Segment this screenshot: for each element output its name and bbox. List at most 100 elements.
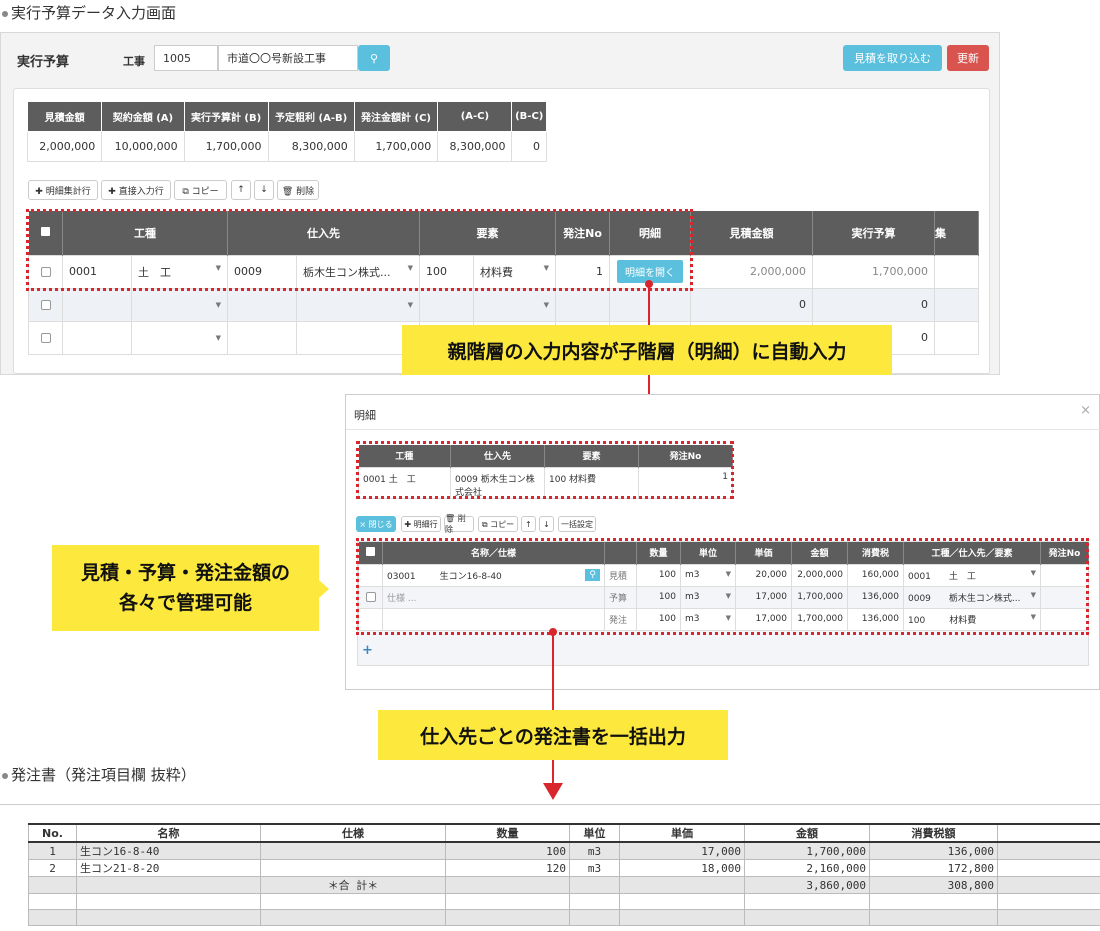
add-summary-row-button[interactable]: ✚ 明細集計行 xyxy=(28,180,98,200)
jikko-value: 0 xyxy=(812,287,935,322)
po-cell xyxy=(619,876,745,894)
table-row: 0001 土 工 ▼ 0009 栃木生コン株式... ▼ 100 材料費 ▼ 1 明細… xyxy=(28,254,979,289)
summary-value: 1,700,000 xyxy=(183,131,269,162)
shiire-code[interactable] xyxy=(227,320,297,355)
delete-button[interactable]: 🗑 削除 xyxy=(277,180,319,200)
search-icon: ⚲ xyxy=(369,51,379,65)
po-header: 仕様 xyxy=(260,823,446,843)
po-cell: ＊合 計＊ xyxy=(260,876,446,894)
shiire-code[interactable] xyxy=(227,287,297,322)
search-button[interactable]: ⚲ xyxy=(358,45,390,71)
callout-auto-input: 親階層の入力内容が子階層（明細）に自動入力 xyxy=(402,325,892,375)
po-cell xyxy=(619,909,745,926)
po-cell: 1 xyxy=(28,841,77,860)
copy-button[interactable]: ⧉ コピー xyxy=(174,180,227,200)
row-checkbox[interactable] xyxy=(40,333,51,343)
po-header: 単価 xyxy=(619,823,745,843)
yoso-select[interactable]: 材料費 ▼ xyxy=(473,254,556,289)
spec-input[interactable]: 仕様 ... xyxy=(382,585,605,609)
po-header: 単位 xyxy=(569,823,620,843)
search-icon[interactable]: ⚲ xyxy=(585,568,600,581)
item-input[interactable]: 03001 生コン16-8-40 ⚲ xyxy=(382,563,605,587)
add-detail-row-button[interactable]: ✚ 明細行 xyxy=(401,516,441,532)
row-checkbox[interactable] xyxy=(40,267,51,277)
modal-title: 明細 xyxy=(354,409,376,422)
caption-top: 実行予算データ入力画面 xyxy=(2,2,176,23)
bulk-setting-button[interactable]: 一括設定 xyxy=(558,516,596,532)
row-checkbox[interactable] xyxy=(365,591,376,602)
koshu-select[interactable]: 土 工 ▼ xyxy=(131,254,228,289)
delete-button[interactable]: 🗑 削除 xyxy=(444,514,474,534)
summary-header: 契約金額 (A) xyxy=(101,101,185,132)
po-table: No. 名称 仕様 数量 単位 単価 金額 消費税額 1 生コン16-8-40 100 m3 17,0… xyxy=(28,823,1100,926)
shiire-code[interactable]: 0009 xyxy=(227,254,297,289)
row-checkbox[interactable] xyxy=(40,300,51,310)
col-meisai: 明細 xyxy=(609,211,691,255)
po-cell xyxy=(869,893,998,910)
shiire-select[interactable]: 栃木生コン株式... ▼ xyxy=(296,254,420,289)
po-header: 名称 xyxy=(76,823,261,843)
connector-line xyxy=(552,632,554,784)
po-cell xyxy=(260,909,446,926)
po-cell xyxy=(28,893,77,910)
po-row xyxy=(28,893,1100,910)
po-cell xyxy=(744,893,870,910)
copy-button[interactable]: ⧉ コピー xyxy=(478,516,518,532)
koshu-select[interactable]: ▼ xyxy=(131,287,228,322)
col-koshu: 工種 xyxy=(62,211,228,255)
import-estimate-button[interactable]: 見積を取り込む xyxy=(843,45,942,71)
table-row: ▼ ▼ ▼ 0 0 xyxy=(28,287,979,322)
po-row: 2 生コン21-8-20 120 m3 18,000 2,160,000 172,800 xyxy=(28,859,1100,877)
koji-label: 工事 xyxy=(123,55,145,68)
po-cell xyxy=(76,909,261,926)
po-cell: 1,700,000 xyxy=(744,841,870,860)
hacchu-no[interactable] xyxy=(555,287,610,322)
koji-code-input[interactable]: 1005 xyxy=(154,45,218,71)
chevron-down-icon: ▼ xyxy=(407,300,413,309)
koshu-code[interactable] xyxy=(62,320,132,355)
hacchu-no[interactable]: 1 xyxy=(555,254,610,289)
add-direct-row-button[interactable]: ✚ 直接入力行 xyxy=(101,180,171,200)
summary-value: 8,300,000 xyxy=(437,131,513,162)
update-button[interactable]: 更新 xyxy=(947,45,989,71)
po-cell xyxy=(569,876,620,894)
chevron-down-icon: ▼ xyxy=(407,263,413,272)
move-down-button[interactable]: ↓ xyxy=(539,516,554,532)
move-up-button[interactable]: ↑ xyxy=(231,180,251,200)
po-cell xyxy=(619,893,745,910)
col-yoso: 要素 xyxy=(419,211,556,255)
select-all-checkbox[interactable] xyxy=(28,211,63,255)
callout-output: 仕入先ごとの発注書を一括出力 xyxy=(378,710,728,760)
po-header: 金額 xyxy=(744,823,870,843)
col-shu: 集 xyxy=(934,211,979,255)
close-button[interactable]: × 閉じる xyxy=(356,516,396,532)
koshu-code[interactable]: 0001 xyxy=(62,254,132,289)
koji-name-input[interactable]: 市道〇〇号新設工事 xyxy=(218,45,358,71)
po-cell: 120 xyxy=(445,859,570,877)
yoso-select[interactable]: ▼ xyxy=(473,287,556,322)
detail-modal: 明細 × 工種 仕入先 要素 発注No 0001 土 工 0009 栃木生コン株式会社 1… xyxy=(345,394,1100,690)
yoso-code[interactable]: 100 xyxy=(419,254,474,289)
po-cell xyxy=(445,893,570,910)
summary-header: 予定粗利 (A-B) xyxy=(267,101,355,132)
move-down-button[interactable]: ↓ xyxy=(254,180,274,200)
po-cell xyxy=(260,893,446,910)
koshu-select[interactable]: ▼ xyxy=(131,320,228,355)
add-row-icon[interactable]: + xyxy=(362,643,373,658)
summary-value: 1,700,000 xyxy=(353,131,439,162)
po-cell xyxy=(28,909,77,926)
move-up-button[interactable]: ↑ xyxy=(521,516,536,532)
koshu-code[interactable] xyxy=(62,287,132,322)
shiire-select[interactable]: ▼ xyxy=(296,287,420,322)
summary-header: (B-C) xyxy=(511,101,547,132)
col-jikko: 実行予算 xyxy=(812,211,935,255)
po-cell: 136,000 xyxy=(869,841,998,860)
po-cell xyxy=(76,893,261,910)
yoso-code[interactable] xyxy=(419,287,474,322)
col-hacchu-no: 発注No xyxy=(555,211,610,255)
chevron-down-icon: ▼ xyxy=(543,263,549,272)
close-icon[interactable]: × xyxy=(1080,403,1091,418)
po-cell: 生コン21-8-20 xyxy=(76,859,261,877)
table-row: 03001 生コン16-8-40 ⚲ 見積 100 m3 ▼ 20,000 2,000,000… xyxy=(358,563,1089,587)
select-all-checkbox[interactable] xyxy=(358,542,383,564)
